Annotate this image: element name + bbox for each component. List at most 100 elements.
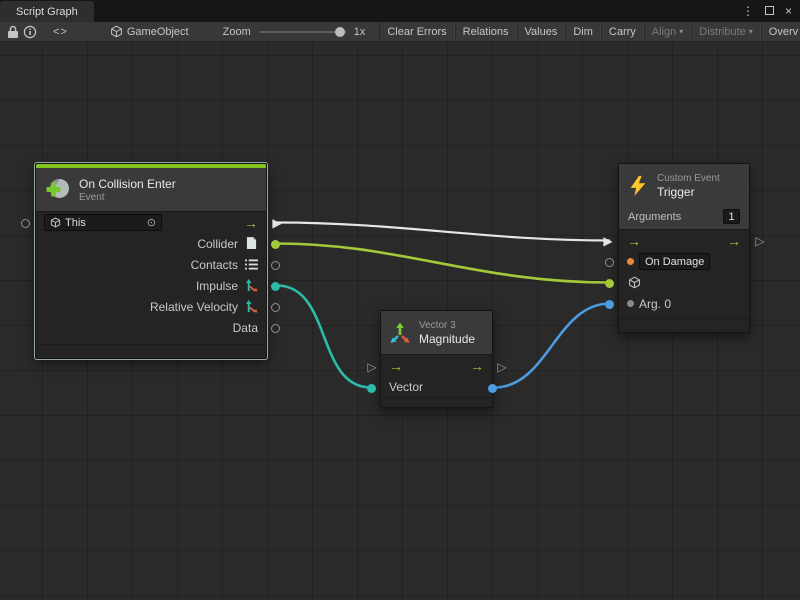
port-label: Arg. 0 <box>639 297 671 311</box>
flow-output-port[interactable]: ▷ <box>753 235 767 247</box>
vector-axes-icon <box>244 300 258 314</box>
contacts-output-port[interactable] <box>271 261 280 270</box>
distribute-dropdown[interactable]: Distribute ▾ <box>691 22 760 42</box>
toolbar-buttons: Clear Errors Relations Values Dim Carry … <box>379 22 800 42</box>
flow-arrow-icon: → <box>727 234 741 248</box>
node-type-label: Custom Event <box>657 173 720 184</box>
row-arg0: Arg. 0 <box>619 293 749 314</box>
clear-errors-button[interactable]: Clear Errors <box>379 22 454 42</box>
chevron-down-icon: ▾ <box>749 27 753 36</box>
magnitude-output-port[interactable] <box>488 384 497 393</box>
node-header[interactable]: On Collision Enter Event <box>36 168 266 212</box>
string-port-dot[interactable] <box>627 258 634 265</box>
node-header[interactable]: Vector 3 Magnitude <box>381 311 492 355</box>
graph-canvas[interactable]: On Collision Enter Event This ⊙ → Collid… <box>0 42 800 600</box>
zoom-control: Zoom 1x <box>223 26 366 38</box>
custom-event-bolt-icon <box>627 175 649 197</box>
node-title: Trigger <box>657 185 720 199</box>
output-row-collider: Collider <box>36 233 266 254</box>
wire-impulse-to-vector[interactable] <box>277 286 371 388</box>
lock-icon[interactable] <box>7 24 19 40</box>
port-label: Relative Velocity <box>150 300 238 314</box>
wire-flow-collision-to-trigger[interactable] <box>277 223 610 241</box>
arguments-label: Arguments <box>628 211 681 223</box>
node-footer <box>36 344 266 358</box>
align-label: Align <box>652 26 676 38</box>
node-subtitle: Event <box>79 192 176 203</box>
flow-arrow-icon: → <box>627 234 641 248</box>
target-input-port[interactable] <box>21 219 30 228</box>
node-on-collision-enter[interactable]: On Collision Enter Event This ⊙ → Collid… <box>35 163 267 359</box>
node-vector3-magnitude[interactable]: Vector 3 Magnitude → → Vector ▷ ▷ <box>380 310 493 408</box>
row-target-and-flow: This ⊙ → <box>36 212 266 233</box>
output-row-data: Data <box>36 317 266 338</box>
window-buttons: ⋮ × <box>742 0 800 22</box>
flow-output-port[interactable]: ▷ <box>495 361 509 373</box>
code-view-icon[interactable]: <> <box>53 24 68 40</box>
flow-arrow-icon: → <box>389 359 403 373</box>
wire-collider-to-target[interactable] <box>277 244 610 283</box>
data-output-port[interactable] <box>271 324 280 333</box>
align-dropdown[interactable]: Align▾ <box>644 22 691 42</box>
node-trigger-custom-event[interactable]: Custom Event Trigger Arguments 1 → → On … <box>618 163 750 333</box>
overview-button[interactable]: Overv <box>761 22 800 42</box>
close-icon[interactable]: × <box>785 5 792 17</box>
zoom-slider-handle[interactable] <box>335 27 345 37</box>
tab-bar: Script Graph ⋮ × <box>0 0 800 22</box>
flow-arrow-icon: → <box>470 359 484 373</box>
event-name-field[interactable]: On Damage <box>639 253 710 270</box>
node-footer <box>381 397 492 407</box>
output-row-contacts: Contacts <box>36 254 266 275</box>
chevron-down-icon: ▾ <box>679 27 683 36</box>
flow-input-port[interactable]: ▶ <box>601 235 615 247</box>
zoom-value: 1x <box>354 26 366 38</box>
port-label: Contacts <box>191 258 238 272</box>
distribute-label: Distribute <box>699 26 745 38</box>
relations-button[interactable]: Relations <box>455 22 517 42</box>
maximize-icon[interactable] <box>765 5 774 17</box>
collider-output-port[interactable] <box>271 240 280 249</box>
vector-axes-icon <box>244 279 258 293</box>
target-object-value: This <box>65 217 86 229</box>
row-vector-input: Vector <box>381 376 492 397</box>
list-icon <box>244 258 258 272</box>
vector-input-port[interactable] <box>367 384 376 393</box>
carry-button[interactable]: Carry <box>601 22 644 42</box>
flow-input-port[interactable]: ▷ <box>365 361 379 373</box>
arguments-row: Arguments 1 <box>619 207 749 230</box>
port-label: Vector <box>389 380 423 394</box>
row-target-gameobject <box>619 272 749 293</box>
arguments-count-field[interactable]: 1 <box>723 209 740 224</box>
output-row-relative-velocity: Relative Velocity <box>36 296 266 317</box>
graph-toolbar: <> GameObject Zoom 1x Clear Errors Relat… <box>0 22 800 42</box>
zoom-slider[interactable] <box>259 31 347 33</box>
values-button[interactable]: Values <box>517 22 566 42</box>
event-name-value: On Damage <box>645 256 704 268</box>
node-header[interactable]: Custom Event Trigger <box>619 164 749 207</box>
graph-owner-breadcrumb[interactable]: GameObject <box>110 25 189 38</box>
tab-title: Script Graph <box>16 6 78 18</box>
port-label: Data <box>233 321 258 335</box>
info-icon[interactable] <box>23 24 37 40</box>
wire-magnitude-to-arg0[interactable] <box>494 304 610 388</box>
impulse-output-port[interactable] <box>271 282 280 291</box>
arg0-port-dot[interactable] <box>627 300 634 307</box>
flow-output-port[interactable]: ▶ <box>270 217 284 229</box>
arg0-input-port[interactable] <box>605 300 614 309</box>
maximize-box <box>765 6 774 15</box>
collision-event-icon <box>45 177 71 203</box>
collider-page-icon <box>244 237 258 251</box>
unity-script-graph-window: Script Graph ⋮ × <> GameObject Zoom 1x C… <box>0 0 800 600</box>
vector3-icon <box>389 322 411 344</box>
target-object-field[interactable]: This ⊙ <box>44 214 162 231</box>
node-title: Magnitude <box>419 332 475 346</box>
event-name-input-port[interactable] <box>605 258 614 267</box>
object-picker-icon[interactable]: ⊙ <box>147 216 156 229</box>
tab-script-graph[interactable]: Script Graph <box>0 1 94 22</box>
cube-icon <box>627 276 641 290</box>
menu-kebab-icon[interactable]: ⋮ <box>742 5 754 17</box>
target-input-port[interactable] <box>605 279 614 288</box>
dim-button[interactable]: Dim <box>565 22 601 42</box>
relative-velocity-output-port[interactable] <box>271 303 280 312</box>
row-flow: → → <box>619 230 749 251</box>
